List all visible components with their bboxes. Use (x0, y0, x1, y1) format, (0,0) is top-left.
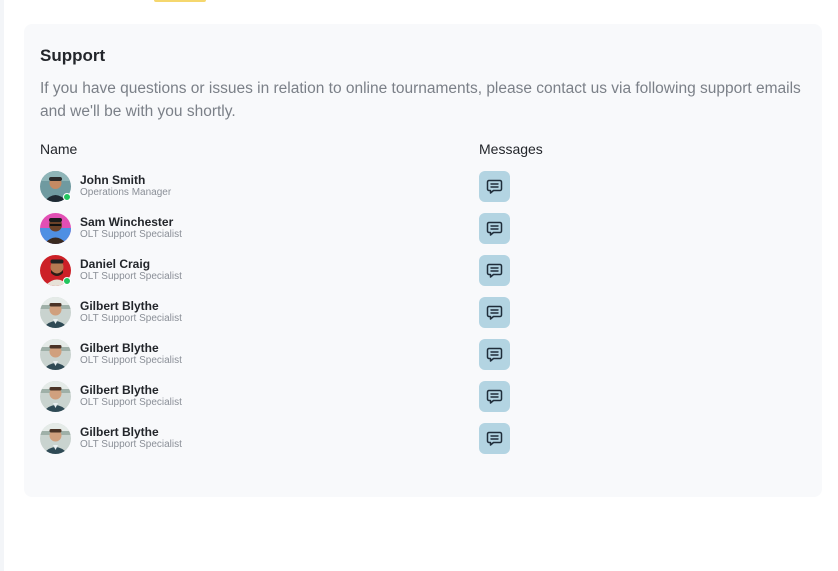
contact-name: Sam Winchester (80, 215, 174, 229)
contact-role: OLT Support Specialist (80, 397, 182, 408)
online-status-indicator (63, 193, 71, 201)
contact-role: OLT Support Specialist (80, 439, 182, 450)
contact-row: Gilbert Blythe OLT Support Specialist (24, 296, 822, 338)
contact-name: Gilbert Blythe (80, 299, 159, 313)
contact-name: John Smith (80, 173, 146, 187)
send-message-button[interactable] (479, 171, 510, 202)
contact-name: Gilbert Blythe (80, 425, 159, 439)
left-edge-strip (0, 0, 4, 571)
message-icon (486, 388, 503, 405)
avatar (40, 339, 71, 370)
contact-role: OLT Support Specialist (80, 229, 182, 240)
contact-row: Sam Winchester OLT Support Specialist (24, 212, 822, 254)
send-message-button[interactable] (479, 381, 510, 412)
section-title: Support (40, 46, 106, 65)
avatar (40, 381, 71, 412)
message-icon (486, 178, 503, 195)
message-icon (486, 346, 503, 363)
message-icon (486, 220, 503, 237)
section-description: If you have questions or issues in relat… (40, 80, 801, 120)
contact-role: Operations Manager (80, 187, 172, 198)
send-message-button[interactable] (479, 255, 510, 286)
support-card: Support If you have questions or issues … (24, 24, 822, 497)
contact-row: Gilbert Blythe OLT Support Specialist (24, 338, 822, 380)
send-message-button[interactable] (479, 423, 510, 454)
message-icon (486, 430, 503, 447)
send-message-button[interactable] (479, 339, 510, 370)
send-message-button[interactable] (479, 213, 510, 244)
message-icon (486, 262, 503, 279)
online-status-indicator (63, 277, 71, 285)
avatar (40, 297, 71, 328)
contact-role: OLT Support Specialist (80, 271, 182, 282)
contact-name: Gilbert Blythe (80, 341, 159, 355)
contact-row: Gilbert Blythe OLT Support Specialist (24, 380, 822, 422)
message-icon (486, 304, 503, 321)
contact-role: OLT Support Specialist (80, 355, 182, 366)
avatar (40, 213, 71, 244)
contact-row: John Smith Operations Manager (24, 170, 822, 212)
send-message-button[interactable] (479, 297, 510, 328)
contact-list: John Smith Operations Manager Sam Winchest… (24, 170, 822, 464)
column-header-name: Name (40, 141, 78, 157)
contact-name: Gilbert Blythe (80, 383, 159, 397)
contact-role: OLT Support Specialist (80, 313, 182, 324)
contact-name: Daniel Craig (80, 257, 151, 271)
active-tab-indicator (154, 0, 206, 2)
avatar (40, 423, 71, 454)
contact-row: Gilbert Blythe OLT Support Specialist (24, 422, 822, 464)
column-header-messages: Messages (479, 141, 543, 157)
contact-row: Daniel Craig OLT Support Specialist (24, 254, 822, 296)
